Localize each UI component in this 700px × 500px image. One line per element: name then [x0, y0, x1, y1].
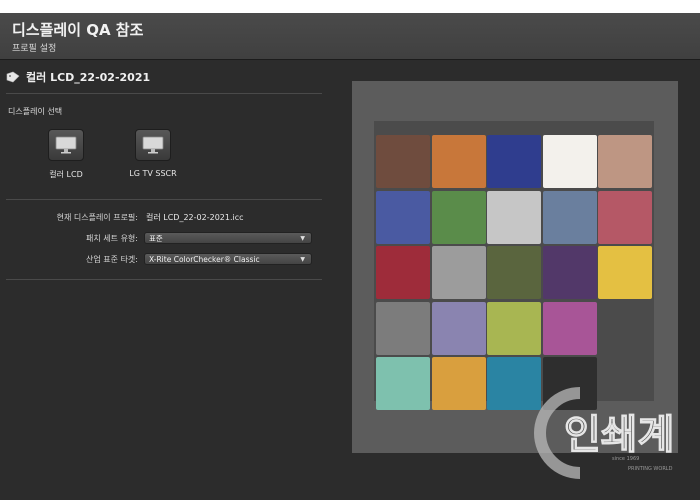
title-bar: 디스플레이 QA 참조 프로필 설정 — [0, 13, 700, 60]
color-patch — [542, 190, 597, 244]
divider — [6, 279, 322, 280]
window-subtitle: 프로필 설정 — [12, 44, 57, 54]
color-patch — [487, 246, 541, 299]
display-option-color-lcd[interactable]: 컬러 LCD — [26, 129, 106, 180]
divider — [6, 93, 322, 94]
patch-set-label: 패치 세트 유형: — [86, 234, 138, 243]
color-patch — [376, 190, 430, 244]
color-patch — [542, 246, 597, 299]
color-patch — [598, 246, 652, 299]
profile-name: 컬러 LCD_22-02-2021 — [26, 71, 151, 84]
color-patch — [487, 135, 541, 188]
chevron-down-icon: ▼ — [300, 255, 305, 263]
color-patch — [542, 301, 597, 355]
tag-icon — [6, 71, 20, 83]
color-patch — [431, 246, 486, 299]
color-patch — [598, 190, 652, 244]
profile-header: 컬러 LCD_22-02-2021 — [6, 67, 150, 87]
color-patch — [431, 135, 486, 188]
color-patch — [431, 357, 486, 410]
colorchecker-panel — [352, 81, 678, 453]
color-patch — [431, 301, 486, 355]
color-patch — [598, 135, 652, 188]
color-patch — [376, 301, 430, 355]
divider — [6, 199, 322, 200]
color-patch — [487, 357, 541, 410]
app-window: 디스플레이 QA 참조 프로필 설정 컬러 LCD_22-02-2021 디스플… — [0, 13, 700, 500]
patch-set-select[interactable]: 표준 ▼ — [144, 232, 312, 244]
color-patch — [487, 301, 541, 355]
patch-set-value: 표준 — [149, 233, 163, 243]
color-patch — [487, 190, 541, 244]
window-title: 디스플레이 QA 참조 — [12, 21, 144, 39]
current-profile-label: 현재 디스플레이 프로필: — [56, 213, 138, 222]
chevron-down-icon: ▼ — [300, 234, 305, 242]
monitor-icon — [135, 129, 171, 161]
current-profile-value: 컬러 LCD_22-02-2021.icc — [146, 213, 244, 222]
color-patch — [542, 357, 597, 410]
industry-target-select[interactable]: X-Rite ColorChecker® Classic ▼ — [144, 253, 312, 265]
display-label: LG TV SSCR — [129, 169, 177, 178]
color-patch — [376, 135, 430, 188]
display-label: 컬러 LCD — [49, 170, 83, 179]
color-patch — [542, 135, 597, 188]
display-select-title: 디스플레이 선택 — [8, 107, 63, 116]
color-patch — [431, 190, 486, 244]
color-patch — [376, 357, 430, 410]
display-option-lg-tv[interactable]: LG TV SSCR — [113, 129, 193, 178]
color-patch — [376, 246, 430, 299]
industry-target-value: X-Rite ColorChecker® Classic — [149, 254, 260, 264]
monitor-icon — [48, 129, 84, 161]
colorchecker-chart — [374, 121, 654, 410]
industry-target-label: 산업 표준 타겟: — [86, 255, 138, 264]
